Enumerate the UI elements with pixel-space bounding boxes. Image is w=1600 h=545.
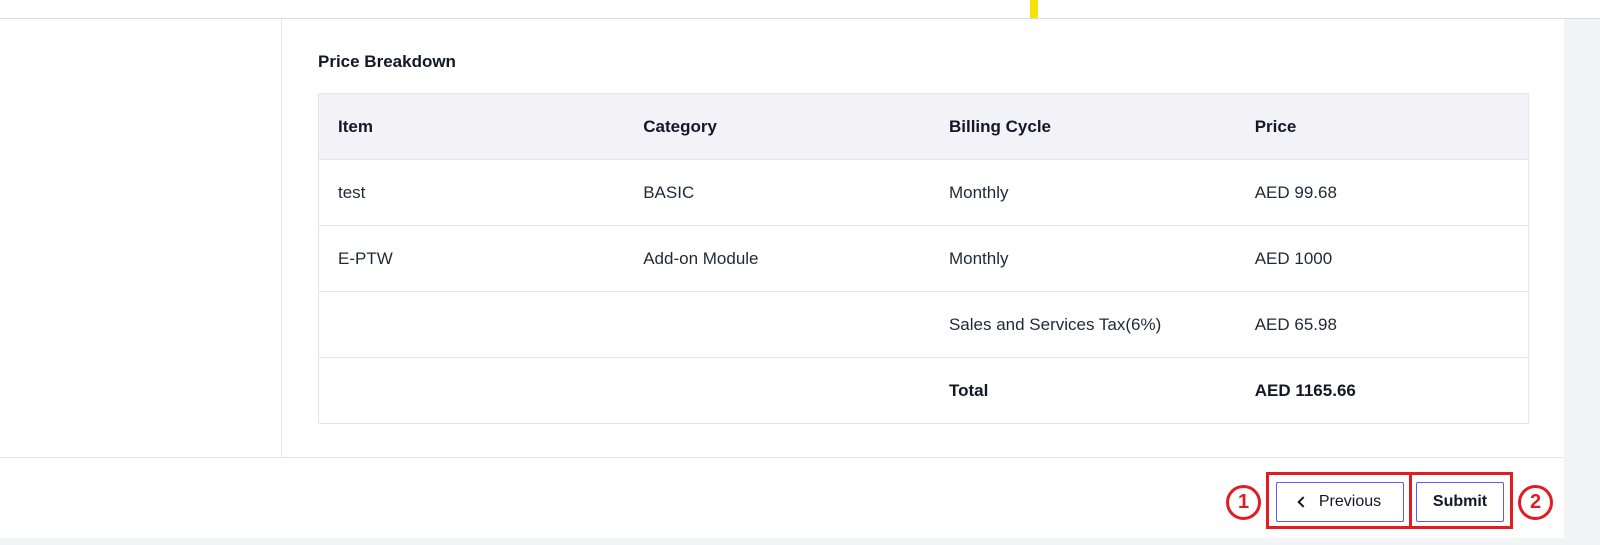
table-row: E-PTW Add-on Module Monthly AED 1000	[318, 225, 1529, 292]
submit-button[interactable]: Submit	[1416, 482, 1504, 522]
empty-cell	[319, 358, 625, 424]
column-header-item: Item	[318, 93, 625, 160]
column-header-category: Category	[624, 93, 930, 160]
cell-category: BASIC	[624, 159, 930, 226]
chevron-left-icon	[1297, 496, 1309, 508]
top-marker	[1030, 0, 1038, 18]
column-header-billing-cycle: Billing Cycle	[929, 93, 1236, 160]
cell-item: E-PTW	[318, 225, 625, 292]
annotation-badge-1: 1	[1226, 485, 1261, 520]
tax-value: AED 65.98	[1235, 291, 1529, 358]
total-label: Total	[948, 380, 989, 400]
tax-label: Sales and Services Tax(6%)	[929, 291, 1236, 358]
empty-cell	[318, 291, 625, 358]
total-row: Total AED 1165.66	[319, 358, 1529, 424]
section-title: Price Breakdown	[318, 52, 456, 71]
top-bar	[0, 0, 1600, 19]
submit-button-label: Submit	[1432, 493, 1488, 510]
total-value: AED 1165.66	[1254, 380, 1356, 400]
price-breakdown-table: Item Category Billing Cycle Price test B…	[318, 93, 1529, 424]
left-panel	[0, 19, 282, 457]
cell-billing-cycle: Monthly	[929, 225, 1236, 292]
price-breakdown-card: Price Breakdown Item Category Billing Cy…	[282, 19, 1564, 457]
cell-price: AED 1000	[1235, 225, 1529, 292]
table-header-row: Item Category Billing Cycle Price	[318, 93, 1529, 160]
cell-billing-cycle: Monthly	[929, 159, 1236, 226]
previous-button-label: Previous	[1318, 493, 1382, 510]
empty-cell	[624, 358, 930, 424]
cell-item: test	[318, 159, 625, 226]
bottom-strip	[0, 538, 1600, 545]
annotation-badge-2: 2	[1518, 485, 1553, 520]
cell-category: Add-on Module	[624, 225, 930, 292]
tax-row: Sales and Services Tax(6%) AED 65.98	[318, 291, 1529, 358]
right-gutter	[1564, 19, 1600, 545]
empty-cell	[624, 291, 930, 358]
previous-button[interactable]: Previous	[1276, 482, 1404, 522]
cell-price: AED 99.68	[1235, 159, 1529, 226]
table-row: test BASIC Monthly AED 99.68	[318, 159, 1529, 226]
column-header-price: Price	[1235, 93, 1529, 160]
